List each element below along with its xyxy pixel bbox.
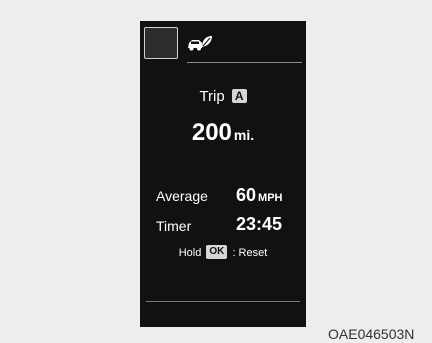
average-unit: MPH <box>258 192 283 204</box>
ok-button-badge: OK <box>206 245 228 260</box>
bottom-divider <box>146 301 300 302</box>
top-divider <box>187 62 302 63</box>
trip-info-display: Trip A 200 mi. Average 60 MPH Timer 23:45 … <box>140 21 306 327</box>
blank-indicator-box <box>144 27 178 59</box>
average-value: 60 <box>236 185 257 205</box>
reset-hint: Hold OK : Reset <box>140 245 306 260</box>
hint-prefix: Hold <box>178 247 202 259</box>
distance-unit: mi. <box>233 127 255 143</box>
trip-title: Trip A <box>140 88 306 106</box>
timer-value: 23:45 <box>236 214 283 234</box>
average-speed: 60 MPH <box>236 185 282 206</box>
hint-suffix: : Reset <box>232 247 268 259</box>
trip-distance: 200 mi. <box>140 119 306 147</box>
trip-label: Trip <box>199 88 225 105</box>
figure-caption: OAE046503N <box>328 326 415 342</box>
distance-value: 200 <box>191 119 232 146</box>
average-label: Average <box>156 188 208 204</box>
timer-label: Timer <box>156 218 192 234</box>
trip-a-badge: A <box>231 89 247 104</box>
eco-car-leaf-icon <box>188 36 212 51</box>
